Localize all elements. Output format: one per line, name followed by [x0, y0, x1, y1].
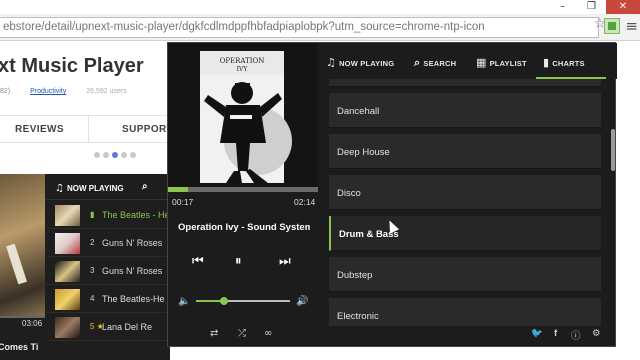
- genre-item[interactable]: Dubstep: [329, 257, 601, 292]
- repeat-icon[interactable]: ⇄: [210, 328, 218, 339]
- facebook-icon[interactable]: f: [554, 328, 557, 339]
- preview-caption: Comes Ti: [0, 342, 39, 352]
- genre-label: Dancehall: [337, 106, 380, 117]
- preview-header: ♫ NOW PLAYING ⌕: [46, 174, 170, 200]
- shuffle-icon[interactable]: ⤮: [238, 328, 246, 339]
- genre-label: Electronic: [337, 311, 379, 322]
- browser-menu-icon[interactable]: ≡: [625, 17, 638, 35]
- settings-icon[interactable]: ⚙: [592, 328, 601, 339]
- genre-scrollbar[interactable]: [611, 129, 615, 171]
- genre-item[interactable]: Disco: [329, 175, 601, 210]
- browser-toolbar: ebstore/detail/upnext-music-player/dgkfc…: [0, 14, 640, 41]
- genre-item[interactable]: Electronic: [329, 298, 601, 326]
- genre-label: Disco: [337, 188, 361, 199]
- genre-label: Deep House: [337, 147, 390, 158]
- svg-text:OPERATION: OPERATION: [220, 57, 265, 65]
- list-item: 5 ★ Lana Del Re: [46, 314, 170, 341]
- duration-time: 02:14: [294, 197, 316, 207]
- album-art: OPERATION IVY: [168, 43, 318, 187]
- search-icon: ⌕: [142, 181, 148, 192]
- album-art-image: OPERATION IVY: [168, 43, 318, 187]
- restore-button[interactable]: ❐: [577, 0, 606, 14]
- preview-progress-bar: [0, 316, 45, 318]
- track-title: Lana Del Re: [102, 322, 153, 332]
- music-note-icon: ♫: [55, 183, 64, 194]
- elapsed-time: 00:17: [172, 197, 194, 207]
- tab-support[interactable]: SUPPORT: [122, 124, 173, 135]
- preview-time: 03:06: [22, 319, 43, 328]
- player-nav: ♫ NOW PLAYING ⌕ SEARCH ▦ PLAYLIST ▮ CHARTS: [318, 43, 617, 79]
- twitter-icon[interactable]: 🐦: [531, 328, 543, 339]
- carousel-dots: [94, 152, 136, 158]
- tab-now-playing[interactable]: ♫ NOW PLAYING: [326, 56, 394, 69]
- previous-icon[interactable]: ⏮: [192, 254, 204, 269]
- list-item: ▮ The Beatles - He: [46, 202, 170, 229]
- tab-charts[interactable]: ▮ CHARTS: [543, 56, 585, 69]
- carousel-dot[interactable]: [121, 152, 127, 158]
- carousel-dot[interactable]: [130, 152, 136, 158]
- carousel-dot-active[interactable]: [112, 152, 118, 158]
- loop-icon[interactable]: ∞: [264, 328, 272, 339]
- seek-bar[interactable]: [168, 187, 318, 192]
- genre-item[interactable]: Dancehall: [329, 93, 601, 128]
- track-title: The Beatles - He: [102, 210, 170, 220]
- category-link[interactable]: Productivity: [30, 88, 66, 95]
- volume-low-icon: 🔈: [178, 296, 191, 307]
- search-icon: ⌕: [414, 56, 421, 69]
- volume-knob[interactable]: [220, 297, 229, 305]
- charts-icon: ▮: [543, 56, 550, 69]
- upnext-extension-icon[interactable]: [604, 18, 620, 34]
- seek-progress: [168, 187, 188, 192]
- playlist-icon: ▦: [476, 56, 487, 69]
- genre-list: Dance & EDM Dancehall Deep House Disco Drum …: [329, 79, 601, 326]
- song-title: Operation Ivy - Sound System: [178, 222, 310, 233]
- list-item: 2 Guns N' Roses: [46, 230, 170, 257]
- genre-label: Dubstep: [337, 270, 373, 281]
- genre-item[interactable]: Dance & EDM: [329, 79, 601, 87]
- track-title: The Beatles-He: [102, 294, 165, 304]
- tab-playlist[interactable]: ▦ PLAYLIST: [476, 56, 527, 69]
- carousel-dot[interactable]: [94, 152, 100, 158]
- track-title: Guns N' Roses: [102, 238, 163, 248]
- volume-high-icon: 🔊: [296, 296, 309, 307]
- upnext-popup: OPERATION IVY 00:17 02:14 Operation Ivy …: [167, 42, 617, 347]
- rating-count: 82): [0, 88, 11, 95]
- genre-item-active[interactable]: Drum & Bass: [329, 216, 601, 251]
- tab-search[interactable]: ⌕ SEARCH: [414, 56, 456, 70]
- user-count: 26,592 users: [86, 88, 127, 95]
- list-item: 3 Guns N' Roses: [46, 258, 170, 285]
- minimize-button[interactable]: –: [548, 0, 577, 14]
- app-meta: 82) Productivity 26,592 users: [0, 88, 127, 95]
- app-title: xt Music Player: [0, 55, 144, 77]
- preview-now-playing: ♫ NOW PLAYING: [55, 183, 124, 194]
- music-note-icon: ♫: [326, 56, 337, 69]
- tab-reviews[interactable]: REVIEWS: [15, 124, 64, 135]
- carousel-dot[interactable]: [103, 152, 109, 158]
- genre-item[interactable]: Deep House: [329, 134, 601, 169]
- next-icon[interactable]: ⏭: [279, 254, 291, 269]
- close-window-button[interactable]: ✕: [606, 0, 640, 14]
- window-controls: – ❐ ✕: [548, 0, 640, 14]
- volume-slider[interactable]: [196, 297, 290, 305]
- store-tabs: REVIEWS SUPPORT: [0, 115, 173, 143]
- address-bar[interactable]: ebstore/detail/upnext-music-player/dgkfc…: [0, 17, 599, 38]
- url-text: ebstore/detail/upnext-music-player/dgkfc…: [3, 21, 485, 33]
- info-icon[interactable]: ⓘ: [571, 328, 581, 342]
- pause-icon[interactable]: ⏸: [235, 254, 242, 269]
- svg-text:IVY: IVY: [237, 66, 249, 73]
- track-title: Guns N' Roses: [102, 266, 163, 276]
- screenshot-preview: 03:06 Comes Ti ♫ NOW PLAYING ⌕ ▮ The Beat…: [0, 174, 170, 360]
- preview-album-art: [0, 174, 45, 318]
- list-item: 4 The Beatles-He: [46, 286, 170, 313]
